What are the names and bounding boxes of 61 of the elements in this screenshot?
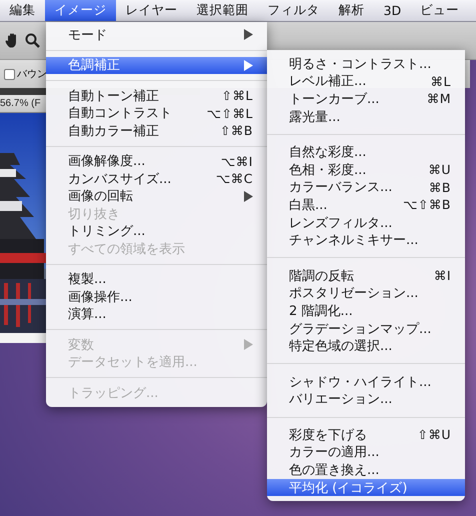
menu-title[interactable]: 3D — [374, 0, 411, 21]
menu-title[interactable]: ビュー — [410, 0, 469, 21]
shortcut-label: ⌥⇧⌘L — [206, 106, 253, 121]
menu-item[interactable]: 画像操作... — [46, 288, 267, 306]
menu-title[interactable]: 編集 — [0, 0, 45, 21]
menu-item[interactable]: カラーバランス... ⌘B — [267, 178, 465, 196]
search-icon[interactable] — [25, 33, 40, 48]
menu-item[interactable]: 明るさ・コントラスト... — [267, 55, 465, 73]
menu-item[interactable]: 色の置き換え... — [267, 461, 465, 479]
menu-item[interactable]: カラーの適用... — [267, 444, 465, 462]
shortcut-label: ⌥⌘C — [216, 171, 253, 186]
menu-item[interactable]: シャドウ・ハイライト... — [267, 372, 465, 390]
shortcut-label: ⌘B — [428, 180, 451, 195]
menu-item[interactable]: ポスタリゼーション... — [267, 284, 465, 302]
menu-title[interactable]: 選択範囲 — [187, 0, 258, 21]
shortcut-label: ⌘L — [430, 74, 451, 89]
checkbox[interactable] — [4, 68, 15, 80]
menu-item[interactable]: 色調補正 — [46, 56, 267, 74]
submenu-arrow-icon — [244, 29, 253, 40]
shortcut-label: ⇧⌘L — [222, 88, 253, 104]
shortcut-label: ⇧⌘U — [417, 427, 451, 442]
menu-item[interactable]: 露光量... — [267, 108, 465, 126]
menu-item[interactable]: 演算... — [46, 306, 267, 323]
shortcut-label: ⌘I — [434, 268, 451, 284]
menu-item[interactable]: 自動コントラスト ⌥⇧⌘L — [46, 104, 267, 122]
menu-item[interactable]: 画像解像度... ⌥⌘I — [46, 152, 267, 170]
submenu-arrow-icon — [244, 339, 253, 350]
menu-item[interactable]: 色相・彩度... ⌘U — [267, 160, 465, 179]
menu-item[interactable]: 画像の回転 — [46, 188, 267, 205]
menu-item[interactable]: 2 階調化... — [267, 302, 465, 320]
menu-item[interactable]: 自動カラー補正 ⇧⌘B — [46, 122, 267, 140]
menu-item[interactable]: トーンカーブ... ⌘M — [267, 90, 465, 108]
menu-item[interactable]: グラデーションマップ... — [267, 320, 465, 338]
shortcut-label: ⌥⌘I — [220, 154, 253, 169]
menu-item[interactable]: 白黒... ⌥⇧⌘B — [267, 196, 465, 214]
menu-item[interactable]: レンズフィルタ... — [267, 214, 465, 232]
shortcut-label: ⌘U — [428, 162, 451, 178]
shortcut-label: ⇧⌘B — [220, 123, 253, 138]
menu-item[interactable]: 平均化 (イコライズ) — [267, 478, 465, 496]
checkbox-label: バウン — [17, 68, 47, 81]
menu-title[interactable]: 解析 — [329, 0, 374, 21]
menu-title[interactable]: フィルタ — [258, 0, 329, 21]
hand-icon[interactable] — [5, 33, 17, 48]
submenu-arrow-icon — [244, 190, 253, 202]
document-tab[interactable]: 56.7% (F — [0, 95, 46, 113]
menu-title[interactable]: イメージ — [45, 0, 116, 21]
menu-item[interactable]: 自然な彩度... — [267, 143, 465, 161]
menu-item[interactable]: チャンネルミキサー... — [267, 231, 465, 249]
menu-item[interactable]: 特定色域の選択... — [267, 337, 465, 355]
shortcut-label: ⌥⇧⌘B — [403, 197, 451, 212]
shortcut-label: ⌘M — [426, 91, 451, 106]
submenu-arrow-icon — [244, 60, 253, 71]
menu-item[interactable]: 自動トーン補正 ⇧⌘L — [46, 87, 267, 104]
menu-item[interactable]: レベル補正... ⌘L — [267, 72, 465, 90]
menu-item[interactable]: カンバスサイズ... ⌥⌘C — [46, 170, 267, 188]
menu-item[interactable]: 彩度を下げる ⇧⌘U — [267, 426, 465, 444]
menu-item[interactable]: トリミング... — [46, 222, 267, 240]
menu-item[interactable]: 複製... — [46, 270, 267, 288]
menu-title[interactable]: レイヤー — [116, 0, 187, 21]
menu-item[interactable]: バリエーション... — [267, 390, 465, 408]
menu-item[interactable]: 階調の反転 ⌘I — [267, 266, 465, 285]
